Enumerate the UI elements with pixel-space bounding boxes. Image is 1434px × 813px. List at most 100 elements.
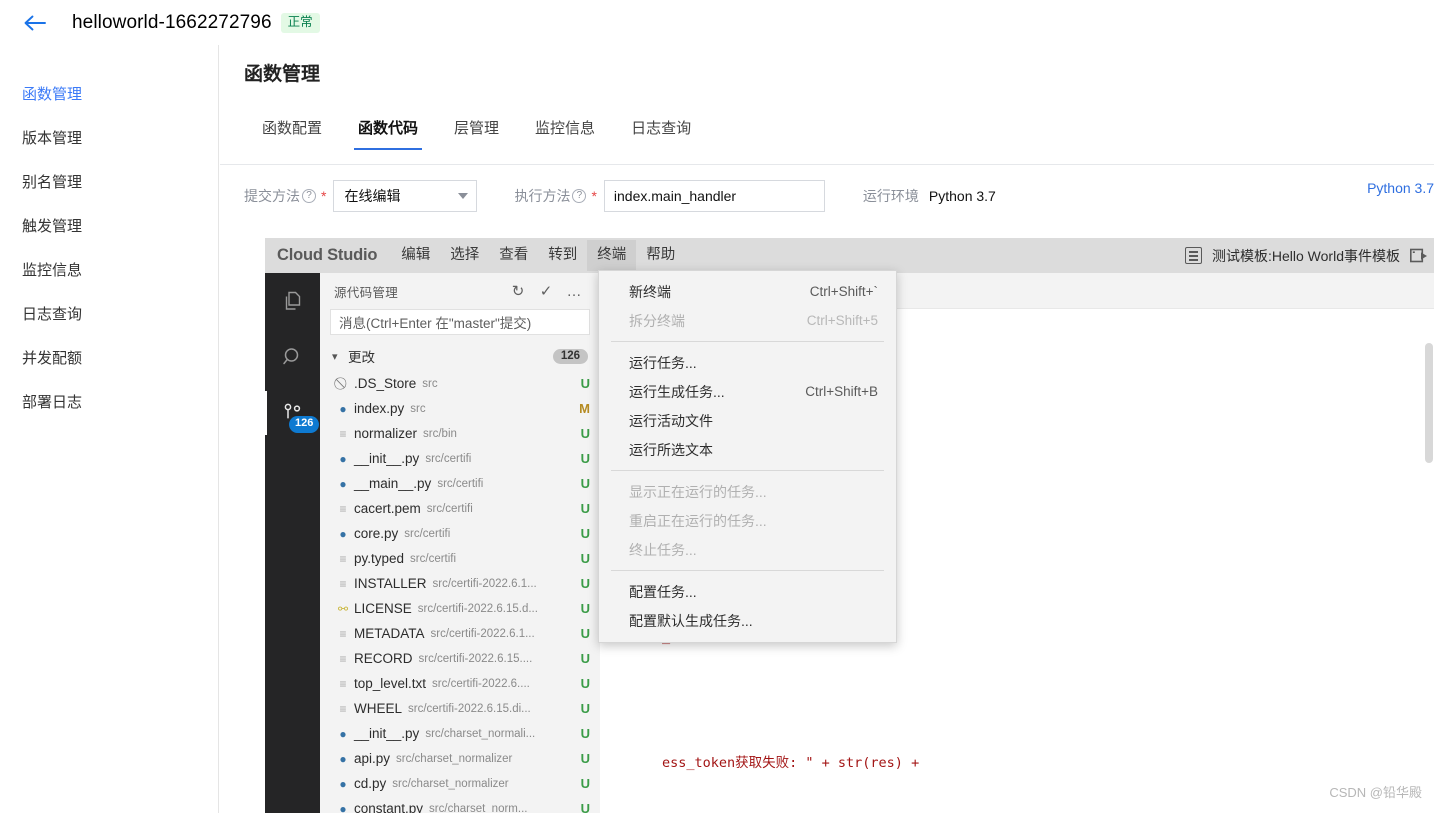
app-root: helloworld-1662272796 正常 函数管理 版本管理 别名管理 …	[0, 0, 1434, 813]
file-path: src/bin	[423, 427, 457, 440]
sidebar-item-concurrency-quota[interactable]: 并发配额	[0, 335, 218, 379]
file-name: core.py	[354, 526, 399, 541]
file-path: src/certifi	[410, 552, 457, 565]
tab-layer-management[interactable]: 层管理	[436, 117, 517, 150]
file-name: METADATA	[354, 626, 425, 641]
menu-item-label: 运行活动文件	[629, 412, 713, 429]
menu-item-terminate-task: 终止任务...	[599, 535, 896, 564]
menu-view[interactable]: 查看	[489, 240, 538, 271]
file-path: src/certifi-2022.6....	[432, 677, 530, 690]
menu-item-run-active-file[interactable]: 运行活动文件	[599, 406, 896, 435]
menu-item-configure-default-build-task[interactable]: 配置默认生成任务...	[599, 606, 896, 635]
menu-help[interactable]: 帮助	[636, 240, 685, 271]
list-item[interactable]: ≡ py.typed src/certifi U	[320, 546, 600, 571]
menu-item-run-task[interactable]: 运行任务...	[599, 348, 896, 377]
list-item[interactable]: ≡ METADATA src/certifi-2022.6.1... U	[320, 621, 600, 646]
submit-method-value: 在线编辑	[344, 188, 401, 204]
list-item[interactable]: ● api.py src/charset_normalizer U	[320, 746, 600, 771]
sidebar-item-deploy-log[interactable]: 部署日志	[0, 379, 218, 423]
menu-goto[interactable]: 转到	[538, 240, 587, 271]
menu-item-run-build-task[interactable]: 运行生成任务... Ctrl+Shift+B	[599, 377, 896, 406]
sidebar-item-function-management[interactable]: 函数管理	[0, 71, 218, 115]
list-item[interactable]: ≡ top_level.txt src/certifi-2022.6.... U	[320, 671, 600, 696]
file-name: api.py	[354, 751, 391, 766]
scrollbar-thumb[interactable]	[1425, 343, 1433, 463]
list-item[interactable]: ● constant.py src/charset_norm... U	[320, 796, 600, 813]
files-icon[interactable]	[265, 273, 320, 329]
editor-vertical-scrollbar[interactable]	[1424, 273, 1434, 813]
tab-function-config[interactable]: 函数配置	[244, 117, 340, 150]
help-icon[interactable]: ?	[572, 189, 587, 203]
menu-item-new-terminal[interactable]: 新终端 Ctrl+Shift+`	[599, 277, 896, 306]
test-template-label[interactable]: 测试模板:Hello World事件模板	[1212, 246, 1400, 266]
sidebar-item-log-query[interactable]: 日志查询	[0, 291, 218, 335]
file-status: U	[580, 651, 590, 666]
list-item[interactable]: ● __main__.py src/certifi U	[320, 471, 600, 496]
menu-item-configure-tasks[interactable]: 配置任务...	[599, 577, 896, 606]
list-item[interactable]: ≡ WHEEL src/certifi-2022.6.15.di... U	[320, 696, 600, 721]
check-icon[interactable]: ✓	[532, 282, 560, 300]
file-path: src/charset_norm...	[429, 802, 528, 813]
required-marker: *	[321, 188, 327, 204]
source-control-panel: 源代码管理 ↻ ✓ … 消息(Ctrl+Enter 在"master"提交) ▾…	[320, 273, 600, 813]
sidebar-item-version-management[interactable]: 版本管理	[0, 115, 218, 159]
source-control-icon[interactable]: 126	[265, 385, 320, 441]
list-item[interactable]: ● cd.py src/charset_normalizer U	[320, 771, 600, 796]
sidebar-item-trigger-management[interactable]: 触发管理	[0, 203, 218, 247]
commit-message-input[interactable]: 消息(Ctrl+Enter 在"master"提交)	[330, 309, 590, 335]
sidebar-item-alias-management[interactable]: 别名管理	[0, 159, 218, 203]
tab-log-query[interactable]: 日志查询	[613, 117, 709, 150]
activity-bar: 126	[265, 273, 320, 813]
submit-method-select[interactable]: 在线编辑	[333, 180, 478, 212]
list-item[interactable]: ≡ RECORD src/certifi-2022.6.15.... U	[320, 646, 600, 671]
list-item[interactable]: ≡ normalizer src/bin U	[320, 421, 600, 446]
menu-item-run-selected-text[interactable]: 运行所选文本	[599, 435, 896, 464]
menu-select[interactable]: 选择	[440, 240, 489, 271]
list-item[interactable]: ● __init__.py src/charset_normali... U	[320, 721, 600, 746]
search-icon[interactable]	[265, 329, 320, 385]
menu-item-split-terminal: 拆分终端 Ctrl+Shift+5	[599, 306, 896, 335]
handler-input[interactable]	[603, 180, 825, 212]
file-name: .DS_Store	[354, 376, 417, 391]
file-path: src/certifi-2022.6.15....	[418, 652, 533, 665]
file-status: U	[580, 501, 590, 516]
refresh-icon[interactable]: ↻	[504, 282, 532, 300]
changes-group-header[interactable]: ▾ 更改 126	[320, 341, 600, 371]
python-icon: ●	[339, 751, 347, 766]
text-file-icon: ≡	[339, 501, 347, 516]
menu-terminal[interactable]: 终端	[587, 240, 637, 271]
list-item[interactable]: ● core.py src/certifi U	[320, 521, 600, 546]
run-test-icon[interactable]	[1410, 248, 1428, 264]
file-name: RECORD	[354, 651, 413, 666]
list-item[interactable]: ≡ cacert.pem src/certifi U	[320, 496, 600, 521]
list-item[interactable]: ● index.py src M	[320, 396, 600, 421]
file-path: src/certifi	[425, 452, 472, 465]
runtime-link[interactable]: Python 3.7	[1367, 180, 1434, 196]
tab-function-code[interactable]: 函数代码	[340, 117, 436, 150]
help-icon[interactable]: ?	[302, 189, 316, 203]
menu-item-shortcut: Ctrl+Shift+B	[805, 384, 878, 399]
menu-label: 编辑	[401, 247, 431, 264]
file-name: __init__.py	[354, 451, 420, 466]
list-item[interactable]: ● __init__.py src/certifi U	[320, 446, 600, 471]
menu-label: 选择	[450, 247, 480, 264]
text-file-icon: ≡	[339, 426, 347, 441]
code-settings-form: 提交方法 ? * 在线编辑 执行方法 ? * 运行环境 Pytho	[220, 165, 1434, 227]
python-icon: ●	[339, 526, 347, 541]
tab-monitoring[interactable]: 监控信息	[517, 117, 613, 150]
sidebar-item-label: 部署日志	[22, 393, 83, 411]
file-path: src/certifi-2022.6.1...	[430, 627, 535, 640]
menu-item-restart-running-task: 重启正在运行的任务...	[599, 506, 896, 535]
python-icon: ●	[339, 726, 347, 741]
runtime-value: Python 3.7	[928, 188, 996, 204]
ellipsis-icon[interactable]: …	[560, 283, 588, 300]
sidebar-item-monitoring[interactable]: 监控信息	[0, 247, 218, 291]
list-item[interactable]: ⚯ LICENSE src/certifi-2022.6.15.d... U	[320, 596, 600, 621]
python-icon: ●	[339, 801, 347, 813]
list-item[interactable]: ≡ INSTALLER src/certifi-2022.6.1... U	[320, 571, 600, 596]
list-item[interactable]: ⃠ .DS_Store src U	[320, 371, 600, 396]
menu-edit[interactable]: 编辑	[391, 240, 440, 271]
tab-label: 函数代码	[358, 120, 419, 137]
python-icon: ●	[339, 451, 347, 466]
arrow-left-icon[interactable]	[22, 10, 48, 36]
